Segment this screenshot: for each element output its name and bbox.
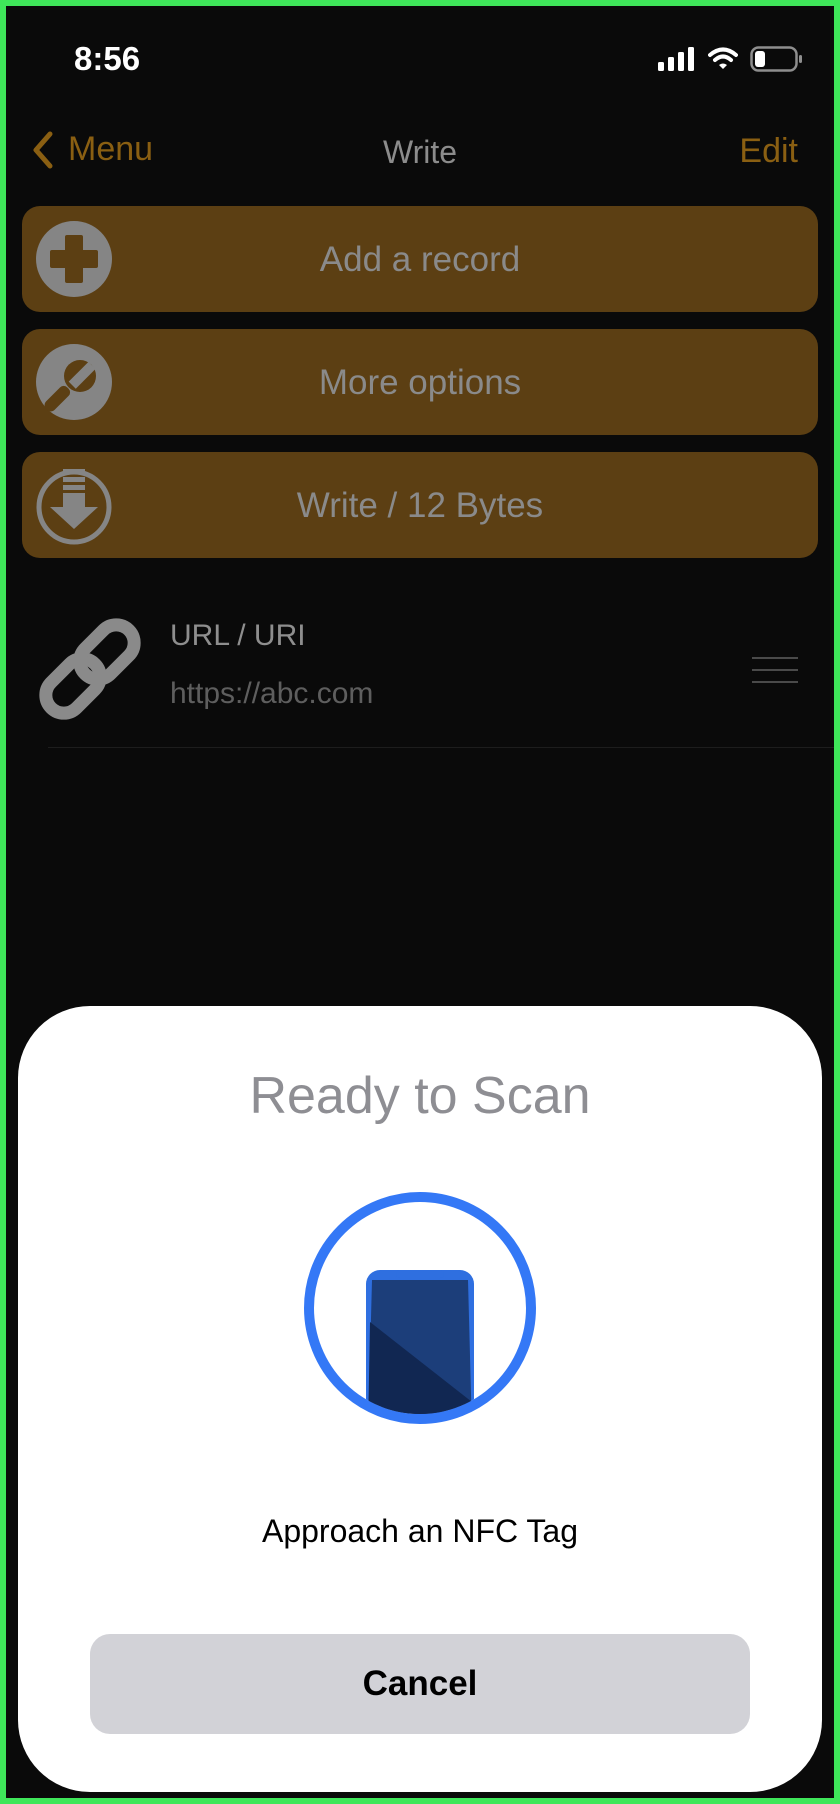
app-frame: 8:56 Menu Write Edit Add a record More o… [0,0,840,1804]
row-divider [48,747,834,748]
nfc-scan-sheet: Ready to Scan Approach an NFC Tag Cancel [18,1006,822,1792]
wifi-icon [708,47,738,69]
write-label: Write / 12 Bytes [296,486,544,525]
sheet-title: Ready to Scan [249,1067,591,1125]
nfc-phone-icon [304,1192,536,1424]
reorder-handle-icon[interactable] [752,657,798,693]
navigation-bar: Menu Write Edit [6,116,834,188]
more-options-button[interactable]: More options [22,329,818,435]
cancel-button[interactable]: Cancel [90,1634,750,1734]
record-value: https://abc.com [170,677,374,710]
more-options-label: More options [318,363,522,402]
add-record-button[interactable]: Add a record [22,206,818,312]
status-bar: 8:56 [6,6,834,106]
cellular-signal-icon [658,47,694,71]
status-time: 8:56 [74,40,141,77]
record-row[interactable]: URL / URI https://abc.com [6,591,834,746]
sheet-message: Approach an NFC Tag [261,1513,579,1549]
page-title: Write [382,134,458,170]
status-icons [658,46,804,72]
link-icon [39,618,141,720]
battery-icon [750,46,802,72]
add-record-label: Add a record [319,240,521,279]
record-type: URL / URI [170,619,306,652]
edit-button[interactable]: Edit [739,132,798,171]
write-button[interactable]: Write / 12 Bytes [22,452,818,558]
